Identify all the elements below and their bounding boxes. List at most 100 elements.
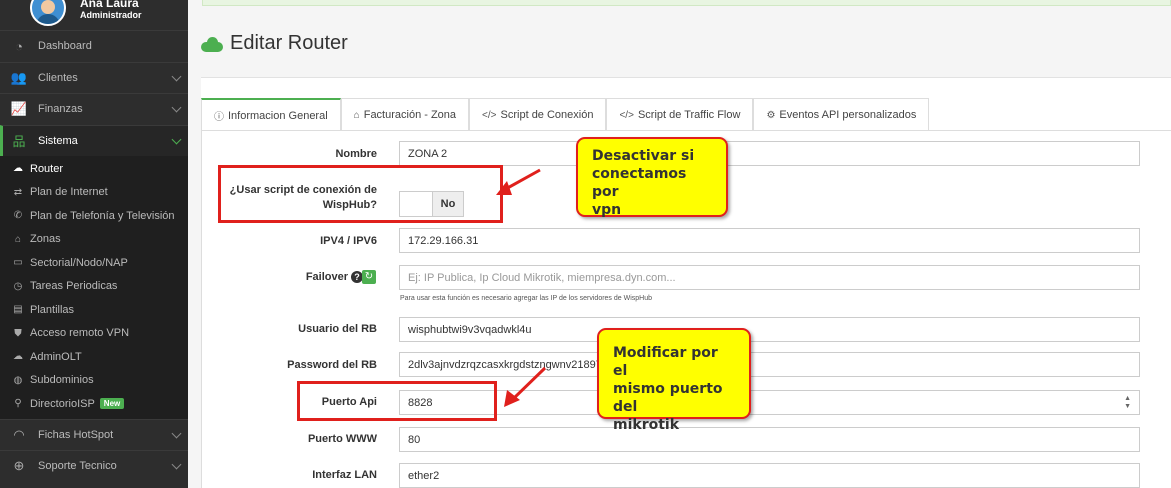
- shield-icon: ⛊: [14, 327, 22, 339]
- tab-label: Informacion General: [228, 109, 328, 122]
- spinner-arrows-icon[interactable]: ▲ ▼: [1124, 395, 1131, 411]
- sidebar-subitem-plantillas[interactable]: ▤ Plantillas: [0, 298, 188, 322]
- sidebar-item-soporte[interactable]: ⊕ Soporte Tecnico: [0, 450, 188, 482]
- failover-help-text: Para usar esta función es necesario agre…: [400, 295, 653, 302]
- usuario-input[interactable]: wisphubtwi9v3vqadwkl4u: [399, 317, 1140, 342]
- callout-modificar: Modificar por el mismo puerto del mikrot…: [597, 328, 751, 433]
- sidebar-subitem-label: AdminOLT: [30, 350, 82, 363]
- tab-eventos-api[interactable]: ⚙ Eventos API personalizados: [753, 98, 930, 131]
- callout-line: mismo puerto del: [613, 381, 723, 415]
- sidebar-subitem-label: Subdominios: [30, 374, 94, 387]
- cloud-icon: ☁: [13, 351, 23, 363]
- sidebar-subitem-zonas[interactable]: ⌂ Zonas: [0, 228, 188, 252]
- sidebar-item-fichas-hotspot[interactable]: ◠ Fichas HotSpot: [0, 418, 188, 451]
- failover-label: Failover?: [225, 271, 377, 284]
- callout-line: vpn: [592, 202, 622, 218]
- new-badge: New: [99, 398, 125, 410]
- sidebar-subitem-label: Router: [30, 162, 64, 175]
- refresh-icon[interactable]: ↻: [362, 270, 376, 284]
- chart-line-icon: 📈: [10, 101, 28, 117]
- tab-script-conexion[interactable]: </> Script de Conexión: [469, 98, 607, 131]
- tab-label: Script de Conexión: [500, 109, 594, 121]
- callout-desactivar: Desactivar si conectamos por vpn: [576, 137, 728, 218]
- cloud-icon: [201, 36, 223, 52]
- chevron-down-icon: [171, 134, 182, 144]
- tab-bar: ⓘ Informacion General ⌂ Facturación - Zo…: [201, 98, 930, 131]
- sidebar-subitem-sectorial[interactable]: ▭ Sectorial/Nodo/NAP: [0, 251, 188, 275]
- user-role: Administrador: [80, 10, 142, 20]
- sidebar-subitem-vpn[interactable]: ⛊ Acceso remoto VPN: [0, 322, 188, 346]
- failover-input[interactable]: Ej: IP Publica, Ip Cloud Mikrotik, miemp…: [399, 265, 1140, 290]
- sidebar-subitem-plan-internet[interactable]: ⇄ Plan de Internet: [0, 181, 188, 205]
- chevron-down-icon: [171, 71, 182, 81]
- sidebar-subitem-label: Plantillas: [30, 303, 75, 316]
- sidebar-item-sistema[interactable]: 品 Sistema: [0, 124, 188, 156]
- nombre-label: Nombre: [335, 148, 377, 160]
- sidebar-subitem-label: DirectorioISP: [30, 397, 95, 410]
- sidebar: Ana Laura Administrador ◔ Dashboard 👥 Cl…: [0, 0, 188, 488]
- sidebar-item-finanzas[interactable]: 📈 Finanzas: [0, 93, 188, 125]
- ip-label: IPV4 / IPV6: [320, 235, 377, 247]
- info-icon: ⓘ: [214, 112, 224, 123]
- ip-input[interactable]: 172.29.166.31: [399, 228, 1140, 253]
- sidebar-subitem-label: Plan de Internet: [30, 186, 108, 199]
- cloud-icon: ☁: [13, 163, 23, 175]
- sidebar-subitem-plan-telefonia[interactable]: ✆ Plan de Telefonía y Televisión: [0, 204, 188, 228]
- home-icon: ⌂: [353, 109, 360, 121]
- sidebar-subitem-label: Zonas: [30, 233, 61, 246]
- callout-line: Desactivar si: [592, 148, 695, 164]
- tab-script-traffic-flow[interactable]: </> Script de Traffic Flow: [606, 98, 754, 131]
- sidebar-item-dashboard[interactable]: ◔ Dashboard: [0, 30, 188, 62]
- sidebar-subitem-adminolt[interactable]: ☁ AdminOLT: [0, 345, 188, 369]
- password-input[interactable]: 2dlv3ajnvdzrqzcasxkrgdstzngwnv21897: [399, 352, 1140, 377]
- tab-panel-border: [201, 131, 202, 488]
- phone-icon: ✆: [13, 210, 23, 222]
- sidebar-subitem-router[interactable]: ☁ Router: [0, 157, 188, 181]
- sidebar-subitem-tareas[interactable]: ◷ Tareas Periodicas: [0, 275, 188, 299]
- sidebar-item-clientes[interactable]: 👥 Clientes: [0, 61, 188, 94]
- tab-label: Script de Traffic Flow: [637, 109, 741, 121]
- tab-divider: [201, 130, 1171, 131]
- highlight-box-puerto-api: [297, 381, 497, 421]
- interfaz-lan-input[interactable]: ether2: [399, 463, 1140, 488]
- puerto-www-input[interactable]: 80: [399, 427, 1140, 452]
- tab-facturacion-zona[interactable]: ⌂ Facturación - Zona: [340, 98, 470, 131]
- nombre-input[interactable]: ZONA 2: [399, 141, 1140, 166]
- puerto-api-input[interactable]: 8828 ▲ ▼: [399, 390, 1140, 415]
- callout-line: Modificar por el: [613, 345, 718, 379]
- sidebar-subitem-directorioisp[interactable]: ⚲ DirectorioISP New: [0, 392, 188, 416]
- tab-informacion-general[interactable]: ⓘ Informacion General: [201, 98, 341, 131]
- code-icon: </>: [482, 109, 497, 121]
- callout-line: mikrotik: [613, 417, 680, 433]
- chevron-down-icon: [171, 428, 182, 438]
- sidebar-item-label: Soporte Tecnico: [38, 460, 117, 473]
- desktop-icon: ▭: [13, 257, 23, 269]
- file-icon: ▤: [13, 304, 23, 316]
- sidebar-subitem-label: Plan de Telefonía y Televisión: [30, 209, 175, 222]
- sidebar-subitem-subdominios[interactable]: ◍ Subdominios: [0, 369, 188, 393]
- code-icon: </>: [619, 109, 634, 121]
- sidebar-item-label: Clientes: [38, 71, 78, 84]
- interfaz-lan-label: Interfaz LAN: [312, 469, 377, 481]
- home-icon: ⌂: [14, 233, 22, 245]
- sidebar-item-label: Sistema: [38, 134, 78, 147]
- avatar[interactable]: [30, 0, 66, 26]
- alert-strip: [202, 0, 1171, 6]
- sistema-submenu: ☁ Router ⇄ Plan de Internet ✆ Plan de Te…: [0, 156, 188, 419]
- lifebuoy-icon: ⊕: [13, 458, 25, 474]
- user-panel: Ana Laura Administrador: [0, 0, 188, 30]
- callout-line: conectamos por: [592, 166, 687, 200]
- page-title-text: Editar Router: [230, 32, 348, 54]
- tab-label: Eventos API personalizados: [779, 109, 917, 121]
- failover-label-text: Failover: [305, 271, 348, 283]
- page-title: Editar Router: [201, 32, 348, 55]
- password-label: Password del RB: [287, 359, 377, 371]
- highlight-box-usar-script: [218, 165, 503, 223]
- gear-icon: ⚙: [766, 109, 776, 121]
- wifi-icon: ◠: [13, 426, 25, 442]
- sidebar-item-label: Finanzas: [38, 103, 83, 116]
- chevron-down-icon: [171, 102, 182, 113]
- user-name: Ana Laura: [80, 0, 139, 10]
- usuario-label: Usuario del RB: [298, 323, 377, 335]
- exchange-icon: ⇄: [13, 186, 23, 198]
